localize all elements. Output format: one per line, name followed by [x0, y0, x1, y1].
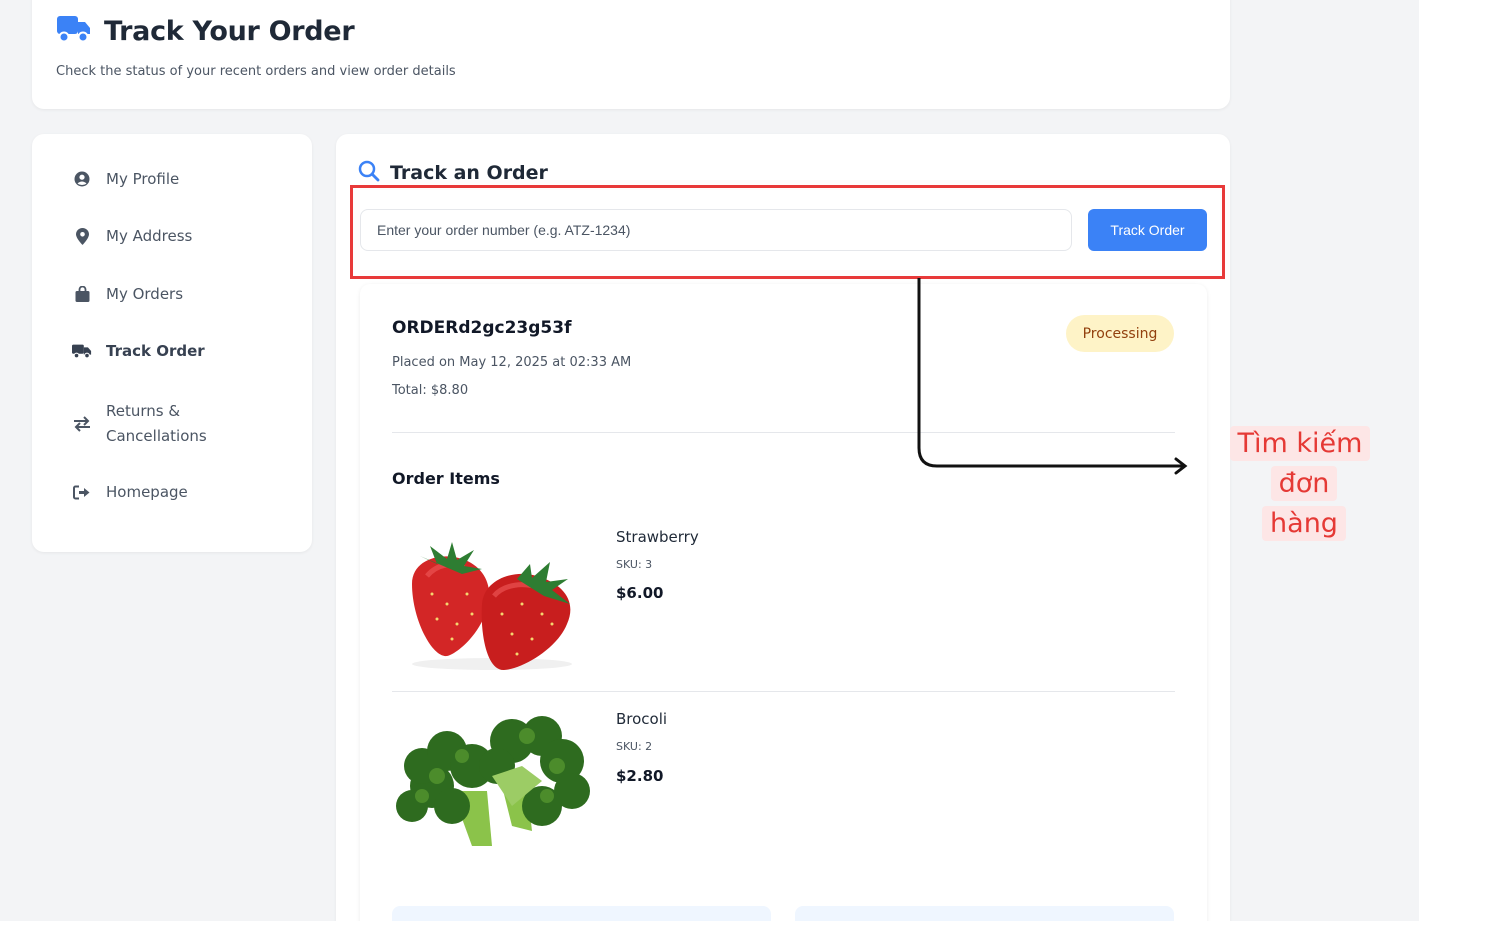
user-circle-icon — [72, 171, 92, 187]
item-name: Brocoli — [616, 710, 668, 728]
item-name: Strawberry — [616, 528, 699, 546]
sidebar-item-label: My Profile — [106, 170, 180, 188]
item-price: $6.00 — [616, 584, 664, 602]
header-title-row: Track Your Order — [56, 14, 355, 48]
truck-icon — [56, 14, 92, 48]
annotation-line-1: Tìm kiếm đơn — [1229, 426, 1371, 501]
page-subtitle: Check the status of your recent orders a… — [56, 64, 456, 79]
account-sidebar: My Profile My Address My Orders Track Or… — [32, 134, 312, 552]
sidebar-item-homepage[interactable]: Homepage — [72, 483, 188, 501]
divider — [392, 691, 1175, 692]
order-total: Total: $8.80 — [392, 383, 469, 398]
sidebar-item-label: Track Order — [106, 342, 205, 360]
sign-out-icon — [72, 485, 92, 500]
sidebar-item-label: Homepage — [106, 483, 188, 501]
truck-icon — [72, 343, 92, 359]
sidebar-item-my-orders[interactable]: My Orders — [72, 285, 183, 303]
annotation-line-2: hàng — [1262, 506, 1346, 541]
order-summary-box — [795, 906, 1174, 921]
order-date: Placed on May 12, 2025 at 02:33 AM — [392, 355, 632, 370]
sidebar-item-label: My Address — [106, 227, 193, 245]
shopping-bag-icon — [72, 286, 92, 302]
sidebar-item-label: Returns & Cancellations — [106, 402, 207, 445]
track-title-row: Track an Order — [358, 160, 548, 186]
highlight-box — [350, 185, 1225, 279]
order-summary-box — [392, 906, 771, 921]
exchange-icon — [72, 416, 92, 432]
track-section-title: Track an Order — [390, 162, 548, 184]
sidebar-item-my-profile[interactable]: My Profile — [72, 170, 179, 188]
annotation-arrow — [917, 278, 1188, 475]
strawberry-image — [392, 524, 592, 674]
sidebar-item-label: My Orders — [106, 285, 184, 303]
map-pin-icon — [72, 227, 92, 245]
item-sku: SKU: 2 — [616, 740, 653, 753]
broccoli-image — [392, 706, 592, 856]
page-title: Track Your Order — [104, 15, 355, 47]
sidebar-item-returns-cancellations[interactable]: Returns & Cancellations — [72, 399, 236, 449]
order-items-title: Order Items — [392, 469, 500, 488]
sidebar-item-my-address[interactable]: My Address — [72, 227, 192, 245]
item-sku: SKU: 3 — [616, 558, 653, 571]
annotation-label: Tìm kiếm đơn hàng — [1204, 424, 1404, 544]
order-id: ORDERd2gc23g53f — [392, 318, 572, 338]
page-header: Track Your Order Check the status of you… — [32, 0, 1230, 109]
sidebar-item-track-order[interactable]: Track Order — [72, 342, 205, 360]
item-price: $2.80 — [616, 767, 664, 785]
search-icon — [358, 160, 380, 186]
